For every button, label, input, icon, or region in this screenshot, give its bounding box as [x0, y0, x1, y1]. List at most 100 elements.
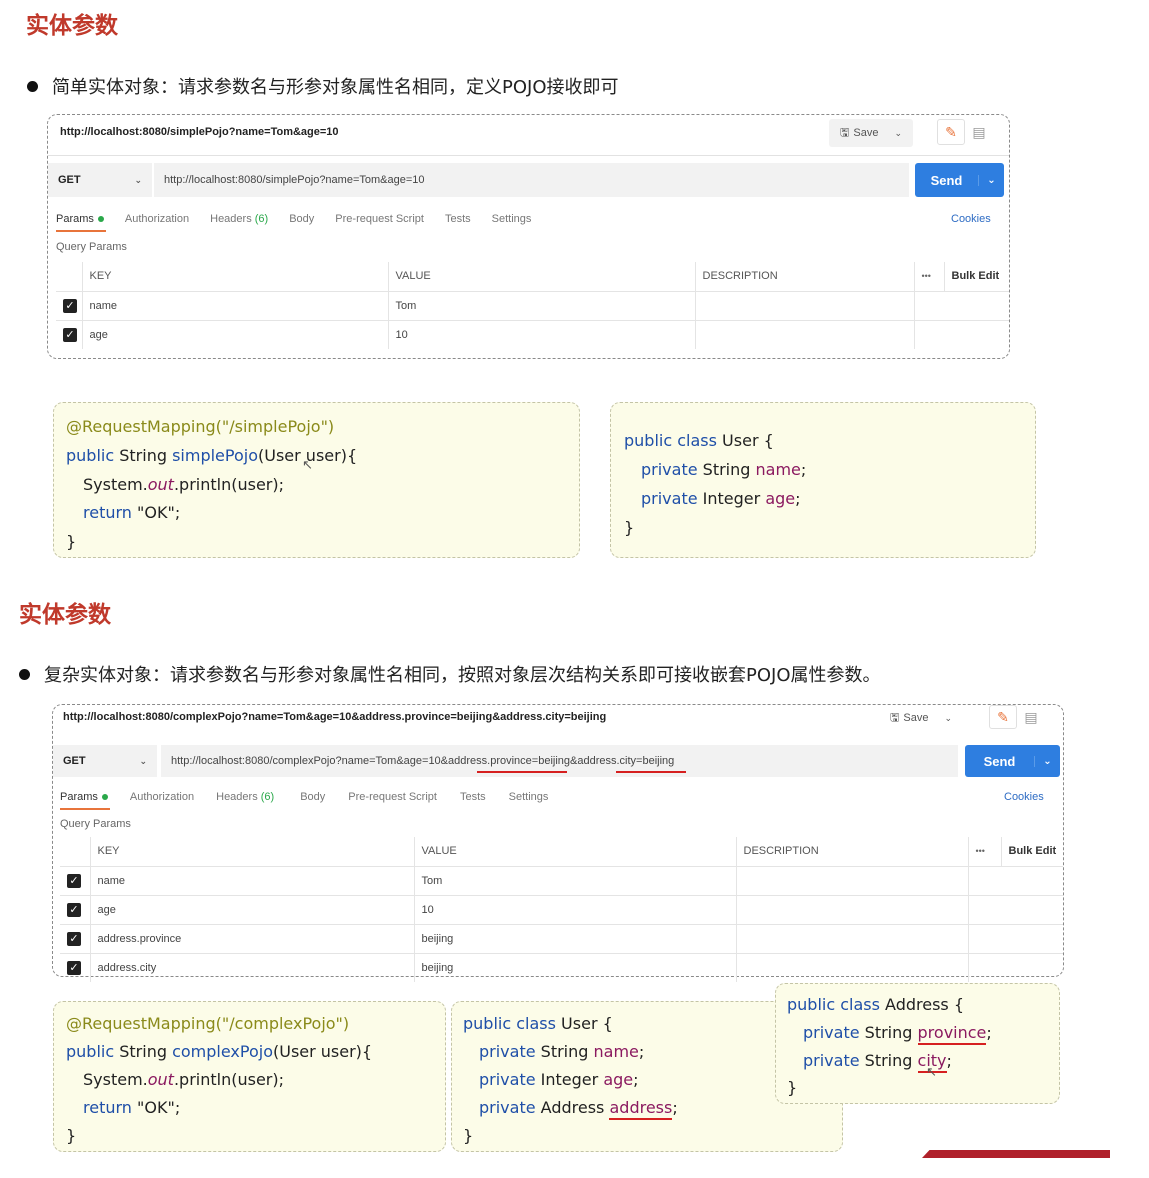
description-cell[interactable] [735, 923, 969, 954]
annotation: @RequestMapping("/complexPojo") [66, 1014, 350, 1033]
keyword: public [66, 1042, 115, 1061]
checkbox-checked-icon[interactable]: ✓ [63, 298, 77, 313]
request-tab-url[interactable]: http://localhost:8080/complexPojo?name=T… [63, 711, 606, 723]
field-highlighted: address [609, 1098, 673, 1120]
tab-body[interactable]: Body [289, 213, 314, 225]
tab-headers[interactable]: Headers (6) [216, 791, 274, 803]
table-row: ✓ name Tom [56, 290, 1009, 321]
keyword: private [641, 489, 698, 508]
code-line: public class User { [463, 1014, 613, 1033]
bulk-edit-button[interactable]: Bulk Edit [1000, 837, 1063, 867]
code-text: .println(user); [173, 475, 284, 494]
code-text: ; [986, 1023, 992, 1042]
tab-pre-request-script[interactable]: Pre-request Script [348, 791, 437, 803]
value-cell[interactable]: 10 [387, 319, 696, 349]
key-cell[interactable]: address.city [89, 952, 415, 982]
checkbox-checked-icon[interactable]: ✓ [63, 327, 77, 342]
edit-icon[interactable]: ✎ [937, 119, 965, 145]
documentation-icon[interactable]: ▤ [1017, 705, 1045, 729]
save-icon: 🖫 [840, 126, 850, 139]
description-cell[interactable] [694, 290, 915, 321]
cookies-link[interactable]: Cookies [951, 213, 991, 225]
description-cell[interactable] [735, 865, 969, 896]
chevron-down-icon[interactable]: ⌄ [1034, 755, 1060, 767]
key-cell[interactable]: name [89, 865, 415, 896]
key-cell[interactable]: address.province [89, 923, 415, 954]
tab-params[interactable]: Params [56, 213, 106, 232]
description-cell[interactable] [735, 952, 969, 982]
status-dot [101, 794, 108, 801]
checkbox-checked-icon[interactable]: ✓ [67, 931, 81, 946]
chevron-down-icon: ⌄ [134, 174, 142, 185]
cookies-link[interactable]: Cookies [1004, 791, 1044, 803]
value-cell[interactable]: 10 [413, 894, 737, 925]
status-dot [97, 216, 104, 223]
save-button[interactable]: 🖫 Save ⌄ [878, 706, 964, 730]
key-cell[interactable]: name [81, 290, 389, 321]
table-row: ✓ name Tom [60, 865, 1063, 896]
checkbox-checked-icon[interactable]: ✓ [67, 960, 81, 975]
code-line: } [66, 1126, 77, 1145]
save-button[interactable]: 🖫 Save ⌄ [829, 119, 913, 147]
checkbox-checked-icon[interactable]: ✓ [67, 902, 81, 917]
row-checkbox[interactable]: ✓ [56, 290, 83, 321]
tab-authorization[interactable]: Authorization [125, 213, 189, 225]
request-tabs: Params Authorization Headers (6) Body Pr… [60, 791, 569, 810]
key-cell[interactable]: age [81, 319, 389, 349]
send-button[interactable]: Send ⌄ [915, 163, 1004, 197]
field: out [147, 1070, 174, 1089]
tab-settings[interactable]: Settings [492, 213, 532, 225]
bulk-edit-button[interactable]: Bulk Edit [943, 262, 1009, 292]
send-label: Send [930, 172, 963, 188]
value-cell[interactable]: beijing [413, 923, 737, 954]
tab-body[interactable]: Body [300, 791, 325, 803]
edit-icon[interactable]: ✎ [989, 705, 1017, 729]
code-text: ; [638, 1042, 645, 1061]
row-checkbox[interactable]: ✓ [60, 865, 91, 896]
url-input[interactable]: http://localhost:8080/simplePojo?name=To… [154, 163, 909, 197]
tab-params[interactable]: Params [60, 791, 110, 810]
documentation-icon[interactable]: ▤ [965, 119, 993, 145]
code-block-controller-2: @RequestMapping("/complexPojo") public S… [53, 1001, 446, 1152]
bullet-label: 复杂实体对象：请求参数名与形参对象属性名相同，按照对象层次结构关系即可接收嵌套P… [44, 665, 881, 686]
value-cell[interactable]: Tom [387, 290, 696, 321]
request-tab-url[interactable]: http://localhost:8080/simplePojo?name=To… [60, 126, 339, 138]
checkbox-checked-icon[interactable]: ✓ [67, 873, 81, 888]
description-cell[interactable] [735, 894, 969, 925]
tab-settings[interactable]: Settings [509, 791, 549, 803]
row-checkbox[interactable]: ✓ [56, 319, 83, 349]
tab-authorization[interactable]: Authorization [130, 791, 194, 803]
code-line: private String name; [641, 460, 806, 479]
tab-tests[interactable]: Tests [460, 791, 486, 803]
type: String [864, 1051, 913, 1070]
tab-pre-request-script[interactable]: Pre-request Script [335, 213, 424, 225]
request-tabs: Params Authorization Headers (6) Body Pr… [56, 213, 552, 232]
type: Address [540, 1098, 605, 1117]
send-button[interactable]: Send ⌄ [965, 745, 1060, 777]
type: Integer [540, 1070, 599, 1089]
value-cell[interactable]: beijing [413, 952, 737, 982]
more-options-icon[interactable]: ••• [913, 262, 945, 292]
description-cell[interactable] [694, 319, 915, 349]
method-select[interactable]: GET ⌄ [53, 745, 157, 777]
code-line: public String simplePojo(User user){ [66, 446, 357, 465]
value-cell[interactable]: Tom [413, 865, 737, 896]
row-checkbox[interactable]: ✓ [60, 923, 91, 954]
right-icons: ✎ ▤ [937, 119, 993, 145]
row-checkbox[interactable]: ✓ [60, 952, 91, 982]
column-header: KEY [81, 262, 389, 292]
keyword: private [479, 1098, 536, 1117]
keyword: public class [463, 1014, 556, 1033]
params-table: KEY VALUE DESCRIPTION ••• Bulk Edit ✓ na… [60, 837, 1063, 982]
method-select[interactable]: GET ⌄ [48, 163, 152, 197]
postman-panel-1: http://localhost:8080/simplePojo?name=To… [47, 114, 1010, 359]
bullet-label: 简单实体对象：请求参数名与形参对象属性名相同，定义POJO接收即可 [52, 77, 619, 98]
key-cell[interactable]: age [89, 894, 415, 925]
row-checkbox[interactable]: ✓ [60, 894, 91, 925]
tab-tests[interactable]: Tests [445, 213, 471, 225]
more-options-icon[interactable]: ••• [967, 837, 1002, 867]
right-icons: ✎ ▤ [989, 705, 1045, 729]
code-block-user-class-1: public class User { private String name;… [610, 402, 1036, 558]
tab-headers[interactable]: Headers (6) [210, 213, 268, 225]
chevron-down-icon[interactable]: ⌄ [978, 174, 1004, 186]
